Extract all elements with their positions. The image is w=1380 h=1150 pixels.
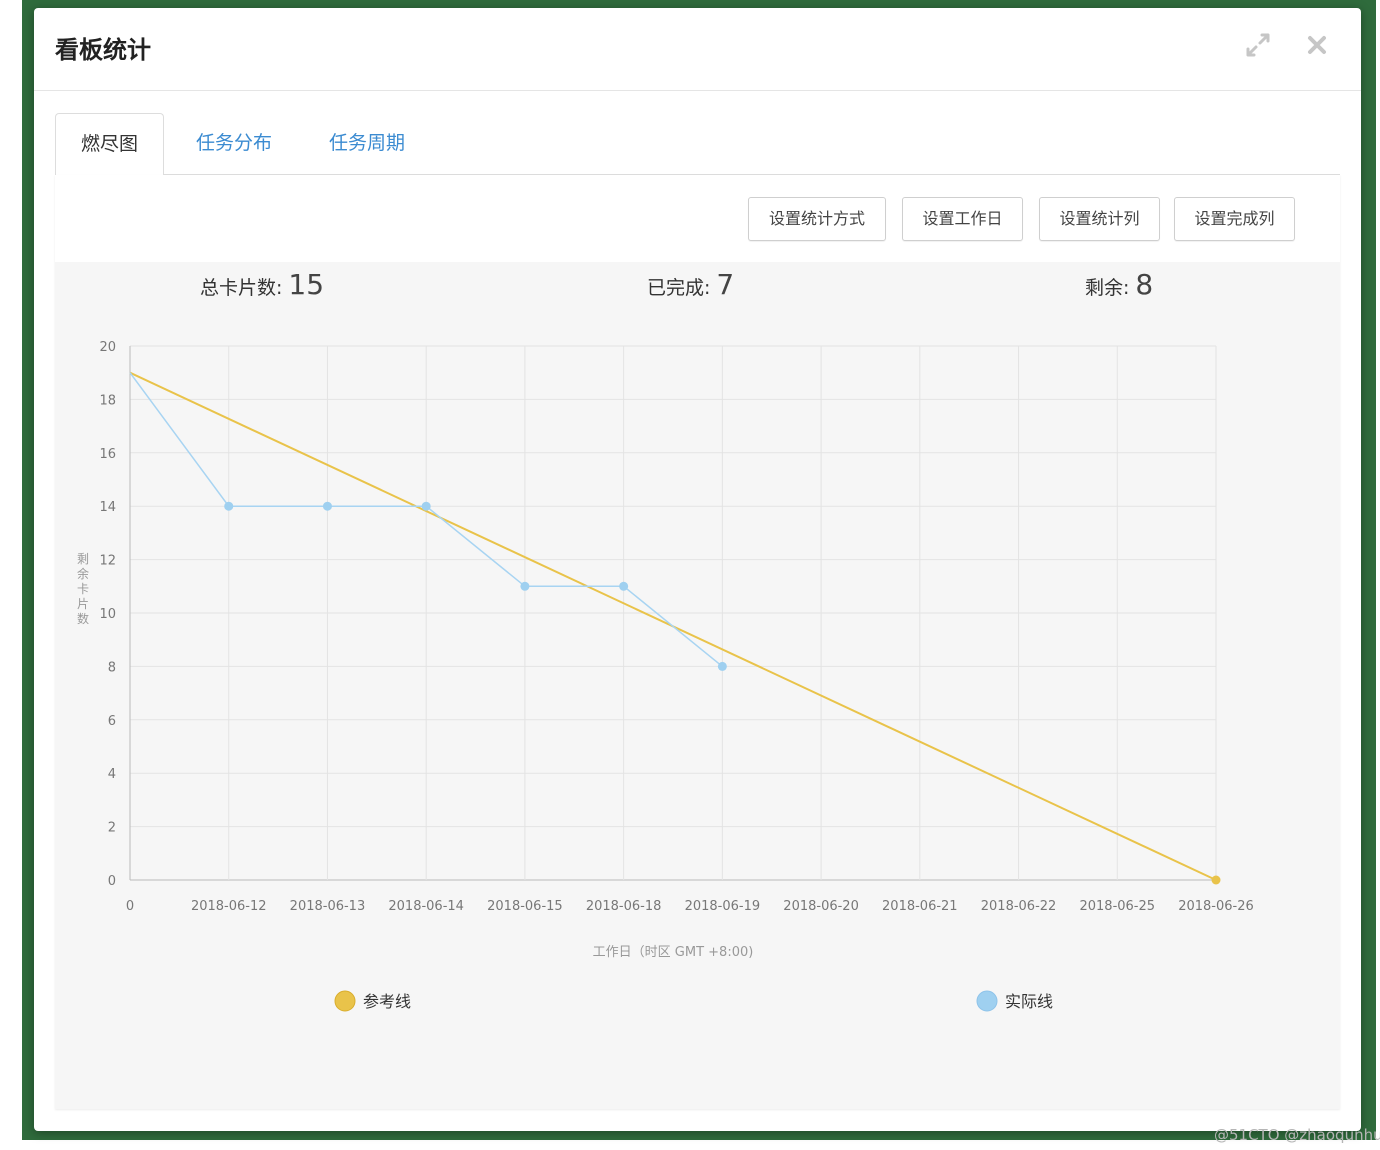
x-tick-label: 2018-06-13	[290, 899, 366, 914]
x-tick-label: 0	[126, 899, 134, 914]
y-tick-label: 0	[108, 874, 116, 889]
watermark: @51CTO @zhaoqunhui技术社区	[1214, 1126, 1380, 1144]
legend-marker	[976, 990, 998, 1012]
x-tick-label: 2018-06-20	[783, 899, 859, 914]
data-point-actual	[421, 501, 431, 511]
tab-bar: 燃尽图 任务分布 任务周期	[55, 113, 1340, 176]
x-tick-label: 2018-06-12	[191, 899, 267, 914]
data-point-reference	[1211, 875, 1221, 885]
y-tick-label: 20	[99, 340, 116, 355]
legend-marker	[334, 990, 356, 1012]
x-axis-title: 工作日（时区 GMT +8:00)	[593, 945, 754, 960]
close-icon[interactable]	[1302, 30, 1332, 60]
y-tick-label: 4	[108, 767, 116, 782]
data-point-actual	[224, 501, 234, 511]
x-tick-label: 2018-06-21	[882, 899, 958, 914]
x-tick-label: 2018-06-26	[1178, 899, 1254, 914]
data-point-actual	[619, 581, 629, 591]
modal-header: 看板统计	[34, 8, 1361, 91]
x-tick-label: 2018-06-15	[487, 899, 563, 914]
legend-label: 实际线	[1005, 992, 1053, 1011]
tab-task-distribution[interactable]: 任务分布	[189, 113, 279, 174]
data-point-actual	[322, 501, 332, 511]
y-tick-label: 18	[99, 393, 116, 408]
expand-icon[interactable]	[1243, 30, 1273, 60]
y-tick-label: 2	[108, 821, 116, 836]
y-tick-label: 16	[99, 447, 116, 462]
tab-task-cycle[interactable]: 任务周期	[322, 113, 412, 174]
y-tick-label: 6	[108, 714, 116, 729]
y-tick-label: 14	[99, 500, 116, 515]
tab-burndown[interactable]: 燃尽图	[55, 113, 164, 176]
x-tick-label: 2018-06-25	[1079, 899, 1155, 914]
x-tick-label: 2018-06-19	[685, 899, 761, 914]
y-axis-title: 剩余卡片数	[77, 552, 89, 626]
data-point-actual	[717, 661, 727, 671]
legend-label: 参考线	[363, 992, 411, 1011]
y-tick-label: 8	[108, 660, 116, 675]
x-tick-label: 2018-06-22	[981, 899, 1057, 914]
burndown-panel: 设置统计方式 设置工作日 设置统计列 设置完成列 总卡片数: 15 已完成: 7 剩…	[55, 175, 1340, 1109]
x-tick-label: 2018-06-14	[388, 899, 464, 914]
y-tick-label: 10	[99, 607, 116, 622]
x-tick-label: 2018-06-18	[586, 899, 662, 914]
modal-title: 看板统计	[55, 36, 151, 64]
y-tick-label: 12	[99, 554, 116, 569]
kanban-stats-modal: 看板统计 燃尽图 任务分布 任务周期 设置统计方式 设置工作日 设置统计列 设置…	[34, 8, 1361, 1131]
burndown-chart: 0 2 4 6 8 10 12 14 16 18 20 0 2018-06-12 2018-06-13 20…	[77, 340, 1254, 1012]
data-point-actual	[520, 581, 530, 591]
